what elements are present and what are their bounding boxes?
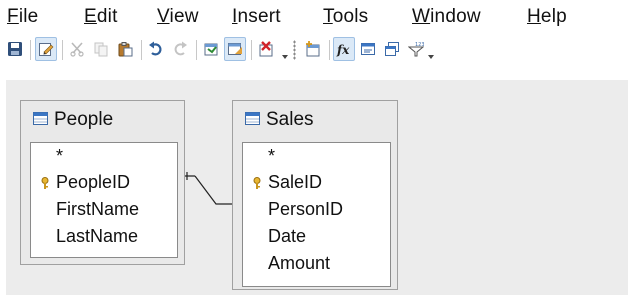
table-name-button[interactable] xyxy=(357,37,379,61)
alias-button[interactable] xyxy=(381,37,403,61)
add-tables-icon xyxy=(306,41,320,57)
run-query-icon xyxy=(204,43,218,56)
design-view-icon xyxy=(228,43,242,55)
field-label: * xyxy=(56,146,64,166)
menu-view[interactable]: View xyxy=(157,6,199,28)
field-label: PersonID xyxy=(268,199,344,219)
menu-file[interactable]: File xyxy=(7,6,38,28)
svg-text:fx: fx xyxy=(336,43,350,57)
query-design-canvas[interactable]: People * PeopleID FirstName LastName Sal… xyxy=(6,80,628,295)
copy-button[interactable] xyxy=(90,37,112,61)
distinct-values-button[interactable]: 123 xyxy=(405,37,427,61)
primary-key-icon xyxy=(253,177,261,189)
save-button[interactable] xyxy=(4,37,26,61)
field-label: Amount xyxy=(268,253,331,273)
copy-icon xyxy=(94,42,108,57)
field-list-sales[interactable]: * SaleID PersonID Date Amount xyxy=(242,142,391,287)
table-window-sales[interactable]: Sales * SaleID PersonID Date Amount xyxy=(232,100,398,290)
distinct-values-icon: 123 xyxy=(408,42,424,57)
menu-help[interactable]: Help xyxy=(527,6,567,28)
field-list-people[interactable]: * PeopleID FirstName LastName xyxy=(30,142,178,258)
field-label: LastName xyxy=(56,226,139,246)
field-lastname[interactable]: LastName xyxy=(31,223,177,250)
svg-text:123: 123 xyxy=(415,42,424,48)
cut-button[interactable] xyxy=(66,37,88,61)
field-label: PeopleID xyxy=(56,172,131,192)
table-title: People xyxy=(54,109,114,130)
save-icon xyxy=(8,42,22,56)
menu-view-mnemonic: V xyxy=(157,6,170,27)
alias-icon xyxy=(385,42,399,56)
field-personid[interactable]: PersonID xyxy=(243,196,390,223)
toolbar-separator xyxy=(62,40,63,60)
redo-button[interactable] xyxy=(169,37,191,61)
table-window-header[interactable]: Sales xyxy=(233,101,397,137)
redo-icon xyxy=(174,41,187,56)
add-tables-button[interactable] xyxy=(302,37,324,61)
table-icon xyxy=(33,112,48,125)
toolbar-overflow-arrow[interactable] xyxy=(428,46,434,60)
menu-view-rest: iew xyxy=(169,6,199,27)
table-title: Sales xyxy=(266,109,314,130)
menu-bar: File Edit View Insert Tools Window Help xyxy=(0,0,633,34)
edit-mode-button[interactable] xyxy=(35,37,57,61)
menu-tools[interactable]: Tools xyxy=(323,6,368,28)
menu-insert-rest: nsert xyxy=(237,6,281,27)
field-label: SaleID xyxy=(268,172,323,192)
clear-query-icon xyxy=(259,41,273,57)
design-view-button[interactable] xyxy=(224,37,246,61)
table-window-header[interactable]: People xyxy=(21,101,184,137)
field-all-columns[interactable]: * xyxy=(243,143,390,170)
toolbar-separator xyxy=(329,40,330,60)
menu-tools-mnemonic: T xyxy=(323,6,333,27)
menu-edit-rest: dit xyxy=(96,6,118,27)
field-all-columns[interactable]: * xyxy=(31,143,177,170)
field-label: * xyxy=(268,146,276,166)
toolbar-separator xyxy=(30,40,31,60)
menu-window[interactable]: Window xyxy=(412,6,481,28)
table-name-icon xyxy=(361,43,375,55)
menu-file-rest: ile xyxy=(18,6,39,27)
menu-window-rest: indow xyxy=(430,6,481,27)
functions-icon: fx xyxy=(336,43,350,57)
edit-mode-icon xyxy=(39,43,54,56)
field-date[interactable]: Date xyxy=(243,223,390,250)
chevron-down-icon xyxy=(282,55,288,59)
menu-help-rest: elp xyxy=(540,6,567,27)
field-saleid[interactable]: SaleID xyxy=(243,169,390,196)
field-peopleid[interactable]: PeopleID xyxy=(31,169,177,196)
toolbar-overflow-arrow[interactable] xyxy=(282,46,288,60)
clear-query-button[interactable] xyxy=(255,37,277,61)
field-label: FirstName xyxy=(56,199,140,219)
toolbar-separator xyxy=(196,40,197,60)
paste-icon xyxy=(118,42,133,57)
field-firstname[interactable]: FirstName xyxy=(31,196,177,223)
menu-help-mnemonic: H xyxy=(527,6,541,27)
menu-window-mnemonic: W xyxy=(412,6,431,27)
run-query-button[interactable] xyxy=(200,37,222,61)
toolbar: fx 123 xyxy=(0,34,633,66)
paste-button[interactable] xyxy=(114,37,136,61)
undo-button[interactable] xyxy=(145,37,167,61)
field-amount[interactable]: Amount xyxy=(243,250,390,277)
field-label: Date xyxy=(268,226,307,246)
table-window-people[interactable]: People * PeopleID FirstName LastName xyxy=(20,100,185,265)
toolbar-grip[interactable] xyxy=(293,40,296,60)
functions-button[interactable]: fx xyxy=(333,37,355,61)
table-icon xyxy=(245,112,260,125)
primary-key-icon xyxy=(41,177,49,189)
chevron-down-icon xyxy=(428,55,434,59)
menu-file-mnemonic: F xyxy=(7,6,19,27)
toolbar-separator xyxy=(251,40,252,60)
menu-edit-mnemonic: E xyxy=(84,6,97,27)
undo-icon xyxy=(149,41,162,56)
cut-icon xyxy=(70,42,84,57)
menu-tools-rest: ools xyxy=(332,6,369,27)
menu-insert[interactable]: Insert xyxy=(232,6,281,28)
toolbar-separator xyxy=(141,40,142,60)
menu-edit[interactable]: Edit xyxy=(84,6,118,28)
